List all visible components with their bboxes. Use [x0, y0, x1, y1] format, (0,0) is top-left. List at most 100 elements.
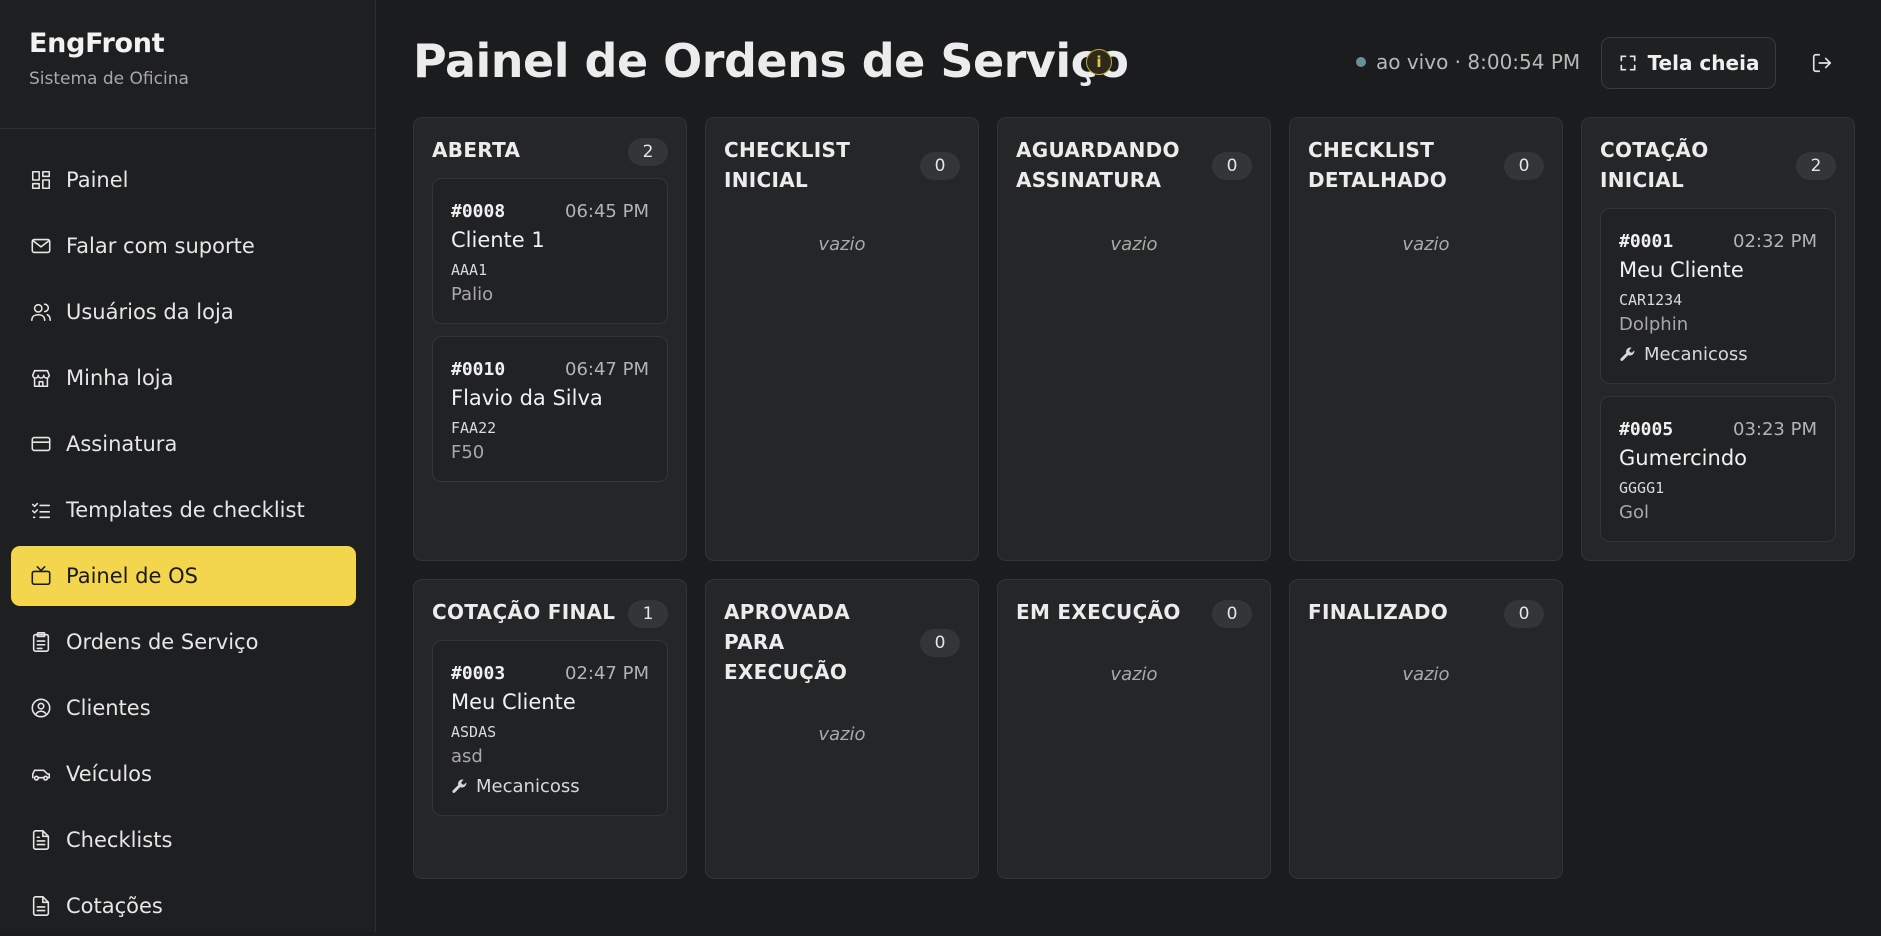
- sidebar-item-label: Checklists: [66, 828, 173, 852]
- column-count-badge: 0: [1504, 152, 1544, 180]
- wrench-icon: [1620, 347, 1635, 361]
- credit-card-icon: [29, 433, 52, 456]
- sidebar-nav: Painel Falar com suporte Usuários da loj…: [0, 129, 375, 936]
- tv-icon: [29, 565, 52, 588]
- vehicle-plate: GGGG1: [1619, 479, 1665, 497]
- column-cotacao-final: COTAÇÃO FINAL 1 #0003 02:47 PM Meu Clien…: [413, 579, 687, 879]
- column-count-badge: 0: [1212, 152, 1252, 180]
- vehicle-model: asd: [451, 746, 483, 767]
- column-aberta: ABERTA 2 #0008 06:45 PM Cliente 1 AAA1 P…: [413, 117, 687, 561]
- logout-button[interactable]: [1809, 50, 1835, 76]
- column-aguardando-assinatura: AGUARDANDO ASSINATURA 0 vazio: [997, 117, 1271, 561]
- vehicle-plate: CAR1234: [1619, 291, 1683, 309]
- sidebar-item-label: Clientes: [66, 696, 151, 720]
- empty-state: vazio: [818, 234, 866, 255]
- logout-icon: [1812, 53, 1832, 73]
- empty-state: vazio: [1402, 664, 1450, 685]
- column-count-badge: 2: [628, 138, 668, 166]
- order-time: 06:47 PM: [565, 359, 649, 380]
- column-count-badge: 1: [628, 600, 668, 628]
- sidebar-item-cotacoes[interactable]: Cotações: [11, 876, 356, 936]
- column-checklist-inicial: CHECKLIST INICIAL 0 vazio: [705, 117, 979, 561]
- vehicle-model: F50: [451, 442, 485, 463]
- order-card[interactable]: #0008 06:45 PM Cliente 1 AAA1 Palio: [432, 178, 668, 324]
- mechanic-name: Mecanicoss: [1644, 344, 1748, 365]
- sidebar-item-templates[interactable]: Templates de checklist: [11, 480, 356, 540]
- column-count-badge: 0: [1212, 600, 1252, 628]
- sidebar-item-label: Painel: [66, 168, 129, 192]
- order-time: 02:32 PM: [1733, 231, 1817, 252]
- order-card[interactable]: #0001 02:32 PM Meu Cliente CAR1234 Dolph…: [1600, 208, 1836, 384]
- brand: EngFront Sistema de Oficina: [0, 0, 375, 129]
- order-time: 06:45 PM: [565, 201, 649, 222]
- live-dot-icon: [1356, 57, 1366, 67]
- column-cotacao-inicial: COTAÇÃO INICIAL 2 #0001 02:32 PM Meu Cli…: [1581, 117, 1855, 561]
- fullscreen-button[interactable]: Tela cheia: [1601, 37, 1776, 89]
- header: Painel de Ordens de Serviço i ao vivo · …: [413, 30, 1881, 96]
- column-title: CHECKLIST DETALHADO: [1308, 138, 1448, 192]
- column-title: FINALIZADO: [1308, 600, 1449, 624]
- column-title: EM EXECUÇÃO: [1016, 600, 1181, 624]
- sidebar-item-painel-os[interactable]: Painel de OS: [11, 546, 356, 606]
- mechanic-assignee: Mecanicoss: [451, 776, 580, 797]
- column-title: COTAÇÃO INICIAL: [1600, 138, 1709, 192]
- column-title: AGUARDANDO ASSINATURA: [1016, 138, 1180, 192]
- order-number: #0010: [451, 359, 506, 380]
- order-number: #0003: [451, 663, 506, 684]
- live-status: ao vivo · 8:00:54 PM: [1356, 50, 1580, 74]
- sidebar-item-painel[interactable]: Painel: [11, 150, 356, 210]
- list-checks-icon: [29, 499, 52, 522]
- dashboard-icon: [29, 169, 52, 192]
- column-count-badge: 0: [920, 629, 960, 657]
- sidebar-item-assinatura[interactable]: Assinatura: [11, 414, 356, 474]
- sidebar-item-label: Falar com suporte: [66, 234, 255, 258]
- brand-subtitle: Sistema de Oficina: [29, 69, 189, 89]
- customer-name: Meu Cliente: [451, 690, 576, 714]
- order-number: #0008: [451, 201, 506, 222]
- page-title: Painel de Ordens de Serviço: [413, 34, 1129, 88]
- column-title: APROVADA PARA EXECUÇÃO: [724, 600, 851, 684]
- sidebar-item-label: Templates de checklist: [66, 498, 305, 522]
- clipboard-icon: [29, 631, 52, 654]
- user-circle-icon: [29, 697, 52, 720]
- column-count-badge: 2: [1796, 152, 1836, 180]
- sidebar-item-minha-loja[interactable]: Minha loja: [11, 348, 356, 408]
- sidebar-item-checklists[interactable]: Checklists: [11, 810, 356, 870]
- column-aprovada-para-execucao: APROVADA PARA EXECUÇÃO 0 vazio: [705, 579, 979, 879]
- sidebar-item-usuarios[interactable]: Usuários da loja: [11, 282, 356, 342]
- customer-name: Gumercindo: [1619, 446, 1747, 470]
- sidebar-item-label: Ordens de Serviço: [66, 630, 259, 654]
- column-title: COTAÇÃO FINAL: [432, 600, 616, 624]
- live-clock: ao vivo · 8:00:54 PM: [1376, 50, 1581, 74]
- fullscreen-icon: [1620, 55, 1636, 71]
- sidebar-item-label: Veículos: [66, 762, 152, 786]
- car-icon: [29, 763, 52, 786]
- column-em-execucao: EM EXECUÇÃO 0 vazio: [997, 579, 1271, 879]
- mechanic-name: Mecanicoss: [476, 776, 580, 797]
- sidebar-item-clientes[interactable]: Clientes: [11, 678, 356, 738]
- customer-name: Meu Cliente: [1619, 258, 1744, 282]
- mail-icon: [29, 235, 52, 258]
- vehicle-model: Dolphin: [1619, 314, 1689, 335]
- vehicle-plate: AAA1: [451, 261, 488, 279]
- sidebar-item-suporte[interactable]: Falar com suporte: [11, 216, 356, 276]
- customer-name: Cliente 1: [451, 228, 545, 252]
- order-number: #0001: [1619, 231, 1674, 252]
- sidebar-item-label: Usuários da loja: [66, 300, 234, 324]
- info-icon[interactable]: i: [1086, 49, 1112, 75]
- vehicle-model: Palio: [451, 284, 494, 305]
- empty-state: vazio: [1110, 234, 1158, 255]
- column-title: CHECKLIST INICIAL: [724, 138, 851, 192]
- order-card[interactable]: #0005 03:23 PM Gumercindo GGGG1 Gol: [1600, 396, 1836, 542]
- sidebar-item-veiculos[interactable]: Veículos: [11, 744, 356, 804]
- order-card[interactable]: #0003 02:47 PM Meu Cliente ASDAS asd Mec…: [432, 640, 668, 816]
- column-title: ABERTA: [432, 138, 521, 162]
- sidebar-item-label: Assinatura: [66, 432, 178, 456]
- mechanic-assignee: Mecanicoss: [1619, 344, 1748, 365]
- vehicle-plate: ASDAS: [451, 723, 497, 741]
- column-finalizado: FINALIZADO 0 vazio: [1289, 579, 1563, 879]
- users-icon: [29, 301, 52, 324]
- sidebar-item-ordens[interactable]: Ordens de Serviço: [11, 612, 356, 672]
- brand-title: EngFront: [29, 28, 165, 59]
- order-card[interactable]: #0010 06:47 PM Flavio da Silva FAA22 F50: [432, 336, 668, 482]
